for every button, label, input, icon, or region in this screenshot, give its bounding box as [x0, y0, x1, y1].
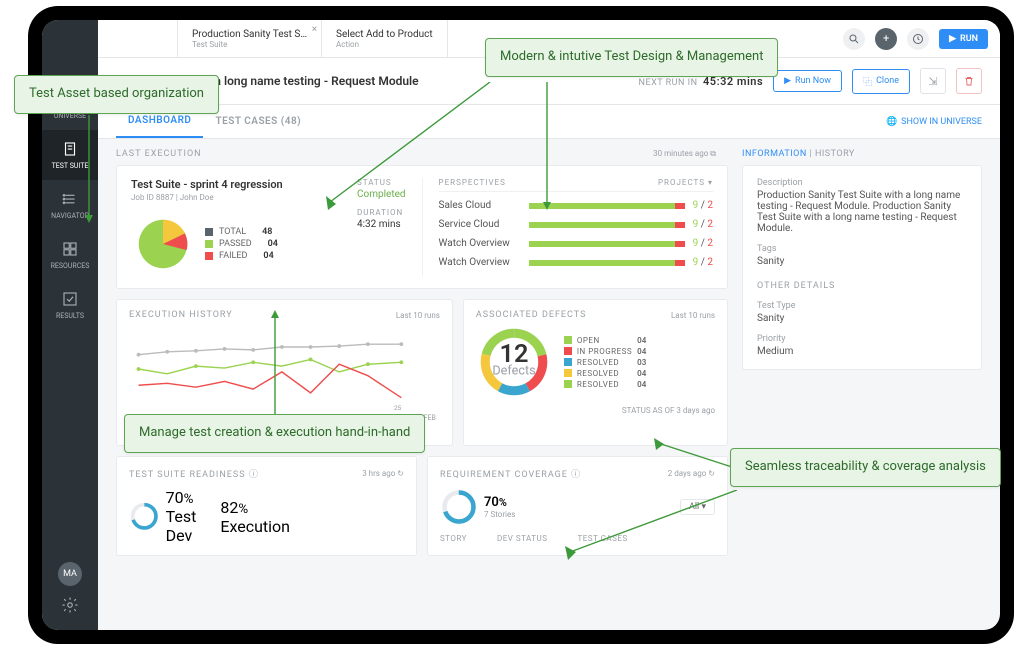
- export-icon[interactable]: ⇲: [920, 68, 946, 94]
- run-now-button[interactable]: ▶ Run Now: [773, 70, 842, 92]
- sidebar-item-results[interactable]: RESULTS: [42, 280, 98, 330]
- sidebar-item-test-suite[interactable]: TEST SUITE: [42, 130, 98, 180]
- readiness-ring: 82%Execution: [214, 488, 290, 545]
- coverage-columns: STORYDEV STATUSTEST CASES: [440, 534, 715, 543]
- svg-text:Defects: Defects: [492, 364, 535, 379]
- search-icon[interactable]: [843, 28, 865, 50]
- sidebar-label: NAVIGATOR: [51, 212, 89, 220]
- run-button[interactable]: ▶ RUN: [939, 29, 988, 49]
- callout-asset-org: Test Asset based organization: [14, 75, 219, 114]
- show-in-universe-link[interactable]: 🌐 SHOW IN UNIVERSE: [886, 117, 982, 127]
- coverage-filter[interactable]: All ▾: [680, 499, 715, 515]
- last-execution-label: LAST EXECUTION: [116, 149, 728, 159]
- gear-icon[interactable]: [61, 596, 79, 616]
- description-label: Description: [757, 178, 967, 188]
- run-now-label: Run Now: [795, 76, 831, 86]
- close-icon[interactable]: ×: [312, 24, 317, 35]
- tab-testcases[interactable]: TEST CASES (48): [203, 106, 313, 137]
- priority-value: Medium: [757, 346, 967, 357]
- tab-test-suite[interactable]: Production Sanity Test S… Test Suite ×: [178, 20, 322, 57]
- suite-meta: Job ID 8887 | John Doe: [131, 193, 341, 202]
- sidebar-item-resources[interactable]: RESOURCES: [42, 230, 98, 280]
- tab-select-add[interactable]: Select Add to Product Action: [322, 20, 448, 57]
- callout-design-mgmt: Modern & intutive Test Design & Manageme…: [485, 38, 778, 77]
- clone-label: Clone: [876, 76, 899, 86]
- sidebar-label: RESULTS: [56, 312, 84, 320]
- show-universe-label: SHOW IN UNIVERSE: [901, 117, 982, 127]
- check-icon: [61, 290, 79, 308]
- run-label: RUN: [960, 34, 978, 44]
- callout-creation-exec: Manage test creation & execution hand-in…: [124, 414, 425, 453]
- tab-title: Production Sanity Test S…: [192, 29, 307, 40]
- subtabs: DASHBOARD TEST CASES (48) 🌐 SHOW IN UNIV…: [98, 105, 1000, 139]
- coverage-card: REQUIREMENT COVERAGE ⓘ2 days ago ↻ 70%7 …: [427, 456, 728, 556]
- defects-card: ASSOCIATED DEFECTSLast 10 runs 12 Defe: [463, 299, 728, 446]
- status-as-of: STATUS AS OF 3 days ago: [476, 406, 715, 415]
- last-execution-card: Test Suite - sprint 4 regression Job ID …: [116, 165, 728, 289]
- perspective-row: Watch Overview9 / 2: [439, 253, 713, 272]
- line-chart: 25: [129, 326, 416, 412]
- status-column: STATUS Completed DURATION 4:32 mins: [357, 178, 406, 276]
- last-exec-time: 30 minutes ago ⧉: [653, 149, 716, 159]
- info-tabs: INFORMATION | HISTORY: [742, 149, 982, 159]
- tags-label: Tags: [757, 244, 967, 254]
- type-label: Test Type: [757, 301, 967, 311]
- readiness-ring: 70%Test Dev: [129, 488, 196, 545]
- perspectives-panel: PERSPECTIVESPROJECTS ▾ Sales Cloud9 / 2S…: [439, 178, 713, 276]
- pie-chart: [131, 212, 195, 276]
- defects-legend: OPEN04IN PROGRESS04RESOLVED03RESOLVED04R…: [564, 334, 646, 391]
- document-icon: [61, 140, 79, 158]
- clone-button[interactable]: ⿻ Clone: [852, 69, 910, 94]
- perspective-row: Sales Cloud9 / 2: [439, 196, 713, 215]
- tab-first[interactable]: [98, 20, 178, 57]
- grid-icon: [61, 240, 79, 258]
- projects-dropdown[interactable]: PROJECTS ▾: [658, 178, 713, 187]
- tab-title: Select Add to Product: [336, 29, 433, 40]
- delete-icon[interactable]: [956, 68, 982, 94]
- suite-title: Test Suite - sprint 4 regression: [131, 178, 341, 191]
- clock-icon[interactable]: [907, 28, 929, 50]
- description-value: Production Sanity Test Suite with a long…: [757, 190, 967, 234]
- perspective-row: Watch Overview9 / 2: [439, 234, 713, 253]
- readiness-card: TEST SUITE READINESS ⓘ3 hrs ago ↻ 70%Tes…: [116, 456, 417, 556]
- type-value: Sanity: [757, 313, 967, 324]
- donut-chart: 12 Defects: [476, 324, 552, 400]
- list-icon: [61, 190, 79, 208]
- tab-sub: Action: [336, 40, 433, 49]
- sidebar-label: RESOURCES: [51, 262, 90, 270]
- tab-sub: Test Suite: [192, 40, 307, 49]
- perspective-row: Service Cloud9 / 2: [439, 215, 713, 234]
- tab-information[interactable]: INFORMATION: [742, 149, 807, 159]
- chart-date-label: 25: [394, 404, 402, 412]
- sidebar-label: TEST SUITE: [52, 162, 89, 170]
- priority-label: Priority: [757, 334, 967, 344]
- callout-traceability: Seamless traceability & coverage analysi…: [730, 448, 1001, 487]
- avatar[interactable]: MA: [58, 562, 82, 586]
- coverage-ring: [440, 488, 478, 526]
- add-icon[interactable]: +: [875, 28, 897, 50]
- other-details-label: OTHER DETAILS: [757, 281, 967, 291]
- info-card: Description Production Sanity Test Suite…: [742, 165, 982, 370]
- tab-history[interactable]: HISTORY: [815, 149, 855, 159]
- sidebar-item-navigator[interactable]: NAVIGATOR: [42, 180, 98, 230]
- tags-value: Sanity: [757, 256, 967, 267]
- pie-legend: TOTAL48 PASSED04 FAILED04: [205, 225, 278, 263]
